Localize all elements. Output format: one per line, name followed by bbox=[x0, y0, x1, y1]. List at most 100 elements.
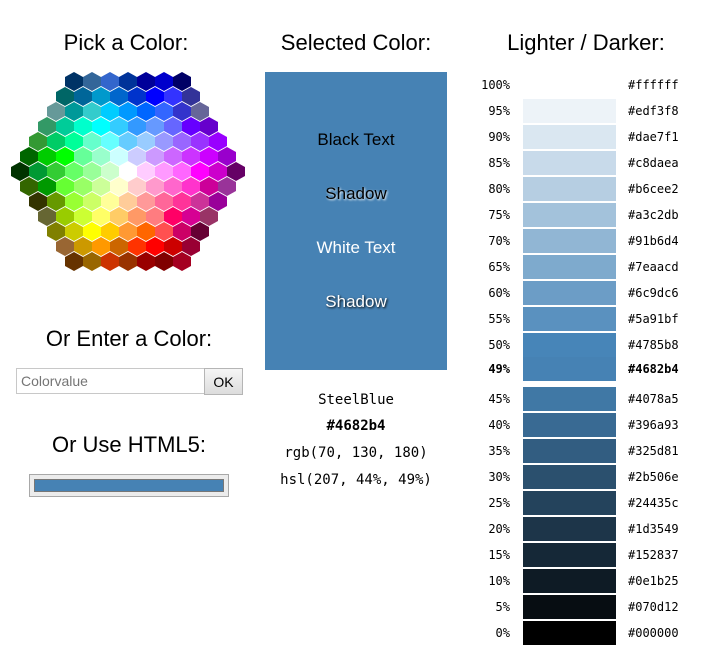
hex-cell[interactable] bbox=[83, 132, 101, 151]
hex-cell[interactable] bbox=[47, 102, 65, 121]
hex-cell[interactable] bbox=[74, 87, 92, 106]
shade-row[interactable]: 50% #4785b8 bbox=[470, 332, 700, 358]
hex-cell[interactable] bbox=[128, 237, 146, 256]
hex-cell[interactable] bbox=[146, 237, 164, 256]
hex-cell[interactable] bbox=[101, 222, 119, 241]
shade-swatch[interactable] bbox=[523, 151, 616, 175]
hex-cell[interactable] bbox=[74, 237, 92, 256]
shade-swatch[interactable] bbox=[523, 465, 616, 489]
shade-swatch[interactable] bbox=[523, 543, 616, 567]
shade-swatch[interactable] bbox=[523, 281, 616, 305]
hex-cell[interactable] bbox=[146, 117, 164, 136]
hex-cell[interactable] bbox=[200, 207, 218, 226]
shade-row[interactable]: 85% #c8daea bbox=[470, 150, 700, 176]
hex-cell[interactable] bbox=[65, 102, 83, 121]
hex-cell[interactable] bbox=[101, 102, 119, 121]
shade-swatch[interactable] bbox=[523, 333, 616, 357]
hex-cell[interactable] bbox=[56, 207, 74, 226]
hex-cell[interactable] bbox=[128, 147, 146, 166]
hex-cell[interactable] bbox=[11, 162, 29, 181]
shade-swatch[interactable] bbox=[523, 177, 616, 201]
hex-cell[interactable] bbox=[101, 252, 119, 271]
hex-cell[interactable] bbox=[191, 162, 209, 181]
shade-swatch[interactable] bbox=[523, 387, 616, 411]
hex-cell[interactable] bbox=[110, 87, 128, 106]
hex-cell[interactable] bbox=[92, 237, 110, 256]
hex-cell[interactable] bbox=[47, 162, 65, 181]
hex-cell[interactable] bbox=[47, 192, 65, 211]
shade-row[interactable]: 60% #6c9dc6 bbox=[470, 280, 700, 306]
hex-cell[interactable] bbox=[119, 192, 137, 211]
hex-cell[interactable] bbox=[110, 177, 128, 196]
hex-cell[interactable] bbox=[74, 177, 92, 196]
hex-cell[interactable] bbox=[173, 222, 191, 241]
shade-swatch[interactable] bbox=[523, 413, 616, 437]
shade-row[interactable]: 90% #dae7f1 bbox=[470, 124, 700, 150]
hex-cell[interactable] bbox=[119, 102, 137, 121]
hex-cell[interactable] bbox=[182, 117, 200, 136]
hex-cell[interactable] bbox=[209, 162, 227, 181]
hex-cell[interactable] bbox=[65, 192, 83, 211]
hex-cell[interactable] bbox=[137, 192, 155, 211]
shade-row[interactable]: 20% #1d3549 bbox=[470, 516, 700, 542]
hex-cell[interactable] bbox=[83, 102, 101, 121]
hex-cell[interactable] bbox=[29, 162, 47, 181]
shade-swatch[interactable] bbox=[523, 595, 616, 619]
hex-cell[interactable] bbox=[164, 147, 182, 166]
hex-cell[interactable] bbox=[137, 102, 155, 121]
hex-cell[interactable] bbox=[92, 207, 110, 226]
hex-cell[interactable] bbox=[83, 162, 101, 181]
shade-row[interactable]: 40% #396a93 bbox=[470, 412, 700, 438]
shade-row[interactable]: 80% #b6cee2 bbox=[470, 176, 700, 202]
html5-color-picker[interactable] bbox=[29, 474, 229, 497]
hex-cell[interactable] bbox=[29, 132, 47, 151]
shade-swatch[interactable] bbox=[523, 569, 616, 593]
hex-cell[interactable] bbox=[38, 147, 56, 166]
hex-cell[interactable] bbox=[164, 237, 182, 256]
hex-cell[interactable] bbox=[200, 147, 218, 166]
hex-cell[interactable] bbox=[200, 117, 218, 136]
hex-cell[interactable] bbox=[74, 207, 92, 226]
hex-cell[interactable] bbox=[137, 72, 155, 91]
hex-cell[interactable] bbox=[119, 252, 137, 271]
hex-cell[interactable] bbox=[173, 252, 191, 271]
hex-cell[interactable] bbox=[218, 147, 236, 166]
hex-cell[interactable] bbox=[92, 147, 110, 166]
shade-row[interactable]: 95% #edf3f8 bbox=[470, 98, 700, 124]
hex-cell[interactable] bbox=[164, 177, 182, 196]
hex-cell[interactable] bbox=[191, 192, 209, 211]
hex-cell[interactable] bbox=[164, 207, 182, 226]
hex-cell[interactable] bbox=[155, 72, 173, 91]
hex-cell[interactable] bbox=[83, 222, 101, 241]
hex-cell[interactable] bbox=[101, 72, 119, 91]
hex-cell[interactable] bbox=[92, 117, 110, 136]
shade-swatch[interactable] bbox=[523, 203, 616, 227]
hex-cell[interactable] bbox=[164, 117, 182, 136]
hex-cell[interactable] bbox=[29, 192, 47, 211]
hex-cell[interactable] bbox=[155, 132, 173, 151]
hex-cell[interactable] bbox=[128, 177, 146, 196]
hex-cell[interactable] bbox=[146, 207, 164, 226]
hex-cell[interactable] bbox=[173, 192, 191, 211]
hex-cell[interactable] bbox=[101, 162, 119, 181]
shade-row[interactable]: 100% #ffffff bbox=[470, 72, 700, 98]
hex-cell[interactable] bbox=[155, 222, 173, 241]
hex-cell[interactable] bbox=[110, 237, 128, 256]
hex-cell[interactable] bbox=[83, 252, 101, 271]
shade-swatch[interactable] bbox=[523, 517, 616, 541]
hex-cell[interactable] bbox=[209, 132, 227, 151]
hex-cell[interactable] bbox=[74, 117, 92, 136]
hex-cell[interactable] bbox=[146, 87, 164, 106]
hex-cell[interactable] bbox=[65, 222, 83, 241]
hex-cell[interactable] bbox=[38, 117, 56, 136]
hex-cell[interactable] bbox=[110, 147, 128, 166]
hex-cell[interactable] bbox=[56, 237, 74, 256]
shade-row-current[interactable]: 49% #4682b4 bbox=[470, 356, 700, 382]
hex-cell[interactable] bbox=[65, 252, 83, 271]
hex-cell[interactable] bbox=[182, 87, 200, 106]
hex-cell[interactable] bbox=[137, 252, 155, 271]
shade-row[interactable]: 5% #070d12 bbox=[470, 594, 700, 620]
shade-row[interactable]: 65% #7eaacd bbox=[470, 254, 700, 280]
hex-cell[interactable] bbox=[173, 132, 191, 151]
hex-cell[interactable] bbox=[191, 132, 209, 151]
